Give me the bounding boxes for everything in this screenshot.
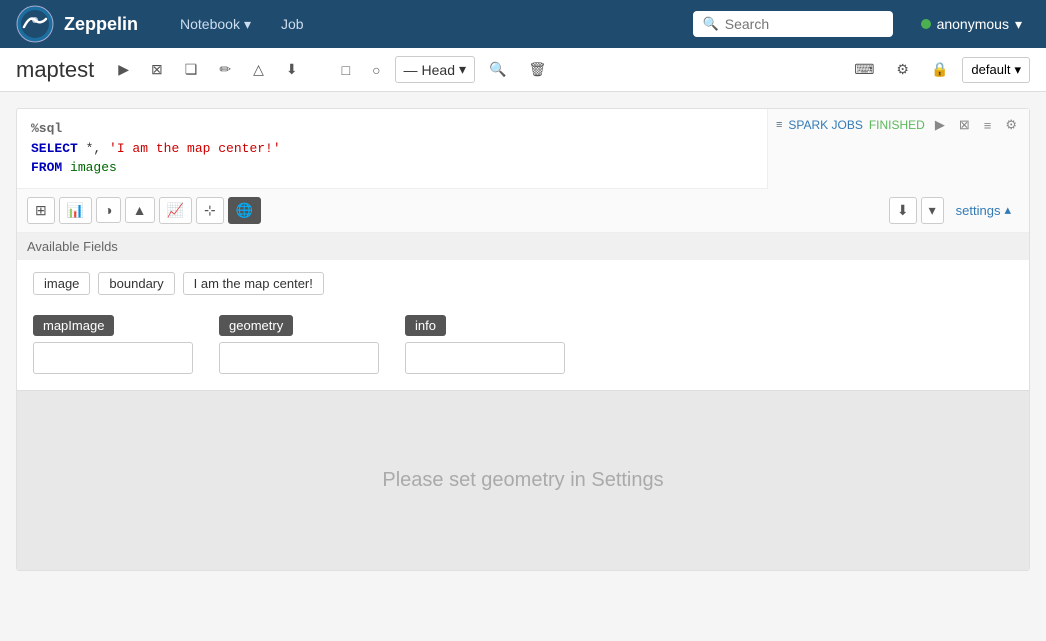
run-all-button[interactable]: ▶: [110, 56, 137, 83]
search-icon: 🔍: [703, 16, 719, 32]
right-toolbar: ⌨ ⚙ 🔒 default: [846, 56, 1030, 83]
mapimage-label: mapImage: [33, 315, 114, 336]
interpreter-dropdown-icon: [1014, 62, 1021, 78]
zeppelin-logo: [16, 5, 54, 43]
para-menu-button[interactable]: ≡: [980, 116, 996, 135]
scatter-chart-button[interactable]: ⊹: [196, 197, 224, 224]
para-settings-button[interactable]: ⚙: [1001, 115, 1021, 135]
geometry-label: geometry: [219, 315, 293, 336]
interpreter-selector[interactable]: default: [962, 57, 1030, 83]
run-paragraph-button[interactable]: ▶: [931, 115, 949, 135]
spark-jobs-label[interactable]: SPARK JOBS: [788, 118, 862, 132]
export-button[interactable]: △: [245, 56, 272, 83]
geometry-dropzone[interactable]: [219, 342, 379, 374]
branch-dropdown-icon: [459, 61, 466, 78]
area-chart-button[interactable]: ▲: [125, 197, 155, 223]
table-view-button[interactable]: ⊞: [27, 197, 55, 224]
settings-chevron-icon: [1004, 202, 1011, 218]
info-dropzone[interactable]: [405, 342, 565, 374]
notebook-dropdown-icon: [244, 16, 251, 33]
settings-toggle[interactable]: settings: [948, 198, 1019, 222]
keyword-select: SELECT: [31, 141, 78, 156]
nav-links: Notebook Job: [168, 10, 316, 39]
search-paragraph-button[interactable]: 🔍: [481, 56, 514, 83]
available-fields-section: Available Fields image boundary I am the…: [17, 233, 1029, 390]
field-tag-boundary[interactable]: boundary: [98, 272, 174, 295]
pie-chart-button[interactable]: ◑: [96, 197, 120, 223]
spark-bars-icon: ≡: [776, 119, 782, 131]
delete-button[interactable]: 🗑: [520, 56, 554, 83]
job-link[interactable]: Job: [269, 10, 316, 39]
paragraph-cell: %sql SELECT *, 'I am the map center!' FR…: [16, 108, 1030, 571]
main-content: %sql SELECT *, 'I am the map center!' FR…: [0, 92, 1046, 599]
user-online-indicator: [921, 19, 931, 29]
settings-2-button[interactable]: ○: [364, 57, 388, 83]
code-editor[interactable]: %sql SELECT *, 'I am the map center!' FR…: [17, 109, 767, 189]
cog-button[interactable]: ⚙: [888, 56, 917, 83]
branch-name: Head: [422, 62, 455, 78]
brand-name: Zeppelin: [64, 14, 138, 35]
download-button[interactable]: ⬇: [278, 56, 306, 83]
user-dropdown-icon: [1015, 16, 1022, 33]
search-input[interactable]: [725, 16, 883, 32]
map-placeholder: Please set geometry in Settings: [17, 390, 1029, 570]
code-table: images: [70, 160, 117, 175]
brand-logo-link[interactable]: Zeppelin: [16, 5, 138, 43]
status-badge: FINISHED: [869, 118, 925, 132]
clone-button[interactable]: ❏: [177, 56, 206, 83]
info-col: info: [405, 315, 575, 374]
username: anonymous: [937, 16, 1009, 32]
code-string: 'I am the map center!': [109, 141, 281, 156]
fields-header: Available Fields: [17, 233, 1029, 260]
branch-selector[interactable]: — Head: [395, 56, 476, 83]
mapimage-col: mapImage: [33, 315, 203, 374]
field-tag-image[interactable]: image: [33, 272, 90, 295]
para-expand-button[interactable]: ⊠: [955, 115, 974, 135]
mapimage-dropzone[interactable]: [33, 342, 193, 374]
column-dropzones: mapImage geometry info: [33, 315, 1013, 374]
code-star: *,: [86, 141, 109, 156]
clear-all-button[interactable]: ⊠: [143, 56, 171, 83]
lock-button[interactable]: 🔒: [923, 56, 956, 83]
version-control-button[interactable]: □: [334, 57, 358, 83]
download-result-button[interactable]: ⬇: [889, 197, 917, 224]
edit-button[interactable]: ✏: [211, 56, 239, 83]
line-chart-button[interactable]: 📈: [159, 197, 192, 224]
bar-chart-button[interactable]: 📊: [59, 197, 92, 224]
geometry-col: geometry: [219, 315, 389, 374]
keyword-from: FROM: [31, 160, 62, 175]
navbar: Zeppelin Notebook Job 🔍 anonymous: [0, 0, 1046, 48]
spark-jobs-bar: ≡ SPARK JOBS FINISHED ▶ ⊠ ≡ ⚙: [776, 115, 1021, 135]
info-label: info: [405, 315, 446, 336]
user-menu[interactable]: anonymous: [913, 12, 1030, 37]
code-directive: %sql: [31, 121, 62, 136]
notebook-toolbar: maptest ▶ ⊠ ❏ ✏ △ ⬇ □ ○ — Head 🔍 🗑 ⌨ ⚙ 🔒…: [0, 48, 1046, 92]
download-dropdown-button[interactable]: ▾: [921, 197, 944, 224]
notebook-title: maptest: [16, 57, 94, 83]
viz-toolbar: ⊞ 📊 ◑ ▲ 📈 ⊹ 🌐 ⬇ ▾ settings: [17, 189, 1029, 233]
search-box: 🔍: [693, 11, 893, 37]
field-tag-map-center[interactable]: I am the map center!: [183, 272, 324, 295]
notebook-link[interactable]: Notebook: [168, 10, 263, 39]
map-view-button[interactable]: 🌐: [228, 197, 261, 224]
interpreter-name: default: [971, 62, 1010, 77]
field-tags-list: image boundary I am the map center!: [33, 272, 1013, 295]
keyboard-shortcut-button[interactable]: ⌨: [846, 56, 882, 83]
